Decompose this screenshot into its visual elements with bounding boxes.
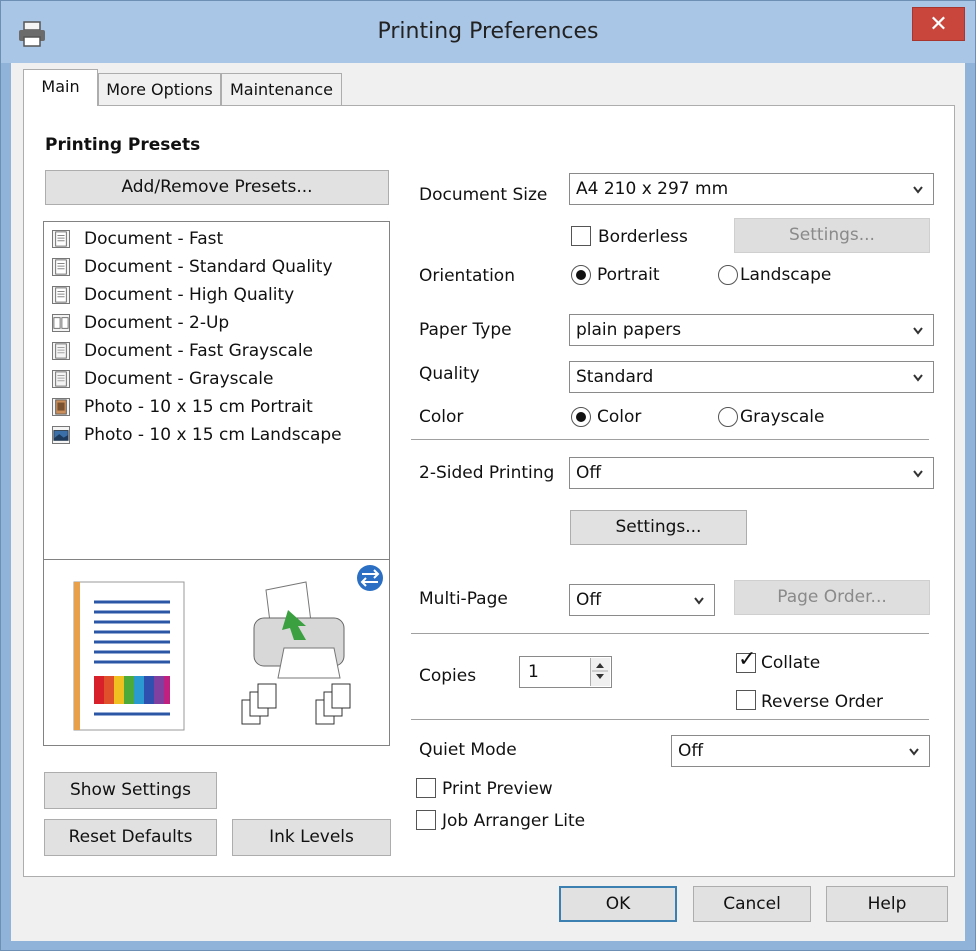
quality-label: Quality — [419, 364, 480, 384]
quality-select[interactable]: Standard — [569, 361, 934, 393]
document-size-label: Document Size — [419, 185, 548, 205]
paper-type-select[interactable]: plain papers — [569, 314, 934, 346]
chevron-down-icon — [913, 186, 923, 194]
grayscale-option-label: Grayscale — [740, 407, 825, 427]
preset-label: Document - Grayscale — [84, 369, 274, 389]
quiet-mode-select[interactable]: Off — [671, 735, 930, 767]
reset-defaults-button[interactable]: Reset Defaults — [44, 819, 217, 856]
two-sided-settings-button[interactable]: Settings... — [570, 510, 747, 545]
job-arranger-checkbox[interactable] — [416, 810, 436, 830]
list-item[interactable]: Document - 2-Up — [52, 310, 229, 336]
borderless-settings-button[interactable]: Settings... — [734, 218, 930, 253]
document-gray-icon — [52, 370, 70, 388]
document-standard-icon — [52, 258, 70, 276]
paper-type-value: plain papers — [576, 320, 682, 340]
page-preview-illustration — [73, 565, 383, 731]
tab-more-options[interactable]: More Options — [98, 73, 221, 105]
quiet-mode-value: Off — [678, 741, 704, 761]
preset-label: Document - Fast Grayscale — [84, 341, 314, 361]
color-label: Color — [419, 407, 464, 427]
show-settings-button[interactable]: Show Settings — [44, 772, 217, 809]
color-radio[interactable] — [571, 407, 591, 427]
list-item[interactable]: Document - Standard Quality — [52, 254, 333, 280]
preset-label: Photo - 10 x 15 cm Landscape — [84, 425, 342, 445]
document-gray-fast-icon — [52, 342, 70, 360]
preset-label: Document - 2-Up — [84, 313, 230, 333]
add-remove-presets-button[interactable]: Add/Remove Presets... — [45, 170, 389, 205]
preset-list[interactable]: Document - Fast Document - Standard Qual… — [43, 221, 390, 561]
checkmark-icon: ✓ — [738, 647, 757, 672]
grayscale-radio[interactable] — [718, 407, 738, 427]
copies-label: Copies — [419, 666, 477, 686]
print-preview-label: Print Preview — [442, 779, 553, 799]
two-sided-label: 2-Sided Printing — [419, 463, 555, 483]
ink-levels-button[interactable]: Ink Levels — [232, 819, 391, 856]
color-option-label: Color — [597, 407, 642, 427]
document-size-select[interactable]: A4 210 x 297 mm — [569, 173, 934, 205]
reverse-order-label: Reverse Order — [761, 692, 884, 712]
two-sided-select[interactable]: Off — [569, 457, 934, 489]
collate-label: Collate — [761, 653, 821, 673]
tab-maintenance[interactable]: Maintenance — [221, 73, 342, 105]
landscape-radio[interactable] — [718, 265, 738, 285]
borderless-label: Borderless — [598, 227, 688, 247]
two-sided-value: Off — [576, 463, 602, 483]
job-arranger-label: Job Arranger Lite — [442, 811, 586, 831]
list-item[interactable]: Document - High Quality — [52, 282, 294, 308]
list-item[interactable]: Document - Fast — [52, 226, 223, 252]
photo-portrait-icon — [52, 398, 70, 416]
document-high-icon — [52, 286, 70, 304]
preset-label: Document - Fast — [84, 229, 224, 249]
multi-page-value: Off — [576, 590, 602, 610]
portrait-label: Portrait — [597, 265, 660, 285]
copies-spinner[interactable]: 1 — [519, 656, 612, 688]
chevron-down-icon — [913, 327, 923, 335]
list-item[interactable]: Photo - 10 x 15 cm Portrait — [52, 394, 313, 420]
chevron-down-icon — [909, 748, 919, 756]
document-fast-icon — [52, 230, 70, 248]
list-item[interactable]: Document - Fast Grayscale — [52, 338, 313, 364]
help-button[interactable]: Help — [826, 886, 948, 922]
orientation-label: Orientation — [419, 266, 515, 286]
ok-button[interactable]: OK — [559, 886, 677, 922]
printing-preferences-window: Printing Preferences ✕ Main More Options… — [0, 0, 976, 951]
list-item[interactable]: Photo - 10 x 15 cm Landscape — [52, 422, 342, 448]
close-button[interactable]: ✕ — [912, 7, 965, 41]
chevron-down-icon — [913, 470, 923, 478]
page-order-button[interactable]: Page Order... — [734, 580, 930, 615]
separator — [411, 439, 929, 441]
stepper-arrows-icon — [592, 663, 608, 679]
list-item[interactable]: Document - Grayscale — [52, 366, 273, 392]
multi-page-label: Multi-Page — [419, 589, 508, 609]
document-size-value: A4 210 x 297 mm — [576, 179, 729, 199]
photo-landscape-icon — [52, 426, 70, 444]
dialog-body: Main More Options Maintenance Printing P… — [11, 63, 965, 941]
collate-checkbox[interactable]: ✓ — [736, 649, 756, 673]
paper-type-label: Paper Type — [419, 320, 512, 340]
landscape-label: Landscape — [740, 265, 832, 285]
separator — [411, 719, 929, 721]
window-title: Printing Preferences — [377, 19, 599, 44]
tab-main[interactable]: Main — [23, 69, 98, 106]
portrait-radio[interactable] — [571, 265, 591, 285]
preset-label: Document - High Quality — [84, 285, 295, 305]
cancel-button[interactable]: Cancel — [693, 886, 811, 922]
quality-value: Standard — [576, 367, 654, 387]
printing-presets-heading: Printing Presets — [45, 135, 201, 155]
preset-label: Photo - 10 x 15 cm Portrait — [84, 397, 313, 417]
preset-label: Document - Standard Quality — [84, 257, 333, 277]
print-preview-graphic — [43, 559, 390, 746]
chevron-down-icon — [694, 597, 704, 605]
title-bar[interactable]: Printing Preferences ✕ — [1, 1, 975, 63]
copies-value: 1 — [528, 662, 539, 682]
multi-page-select[interactable]: Off — [569, 584, 715, 616]
print-preview-checkbox[interactable] — [416, 778, 436, 798]
two-up-icon — [52, 314, 70, 332]
chevron-down-icon — [913, 374, 923, 382]
borderless-checkbox[interactable] — [571, 226, 591, 246]
reverse-order-checkbox[interactable] — [736, 690, 756, 710]
copies-stepper[interactable] — [590, 658, 610, 686]
quiet-mode-label: Quiet Mode — [419, 740, 517, 760]
separator — [411, 633, 929, 635]
